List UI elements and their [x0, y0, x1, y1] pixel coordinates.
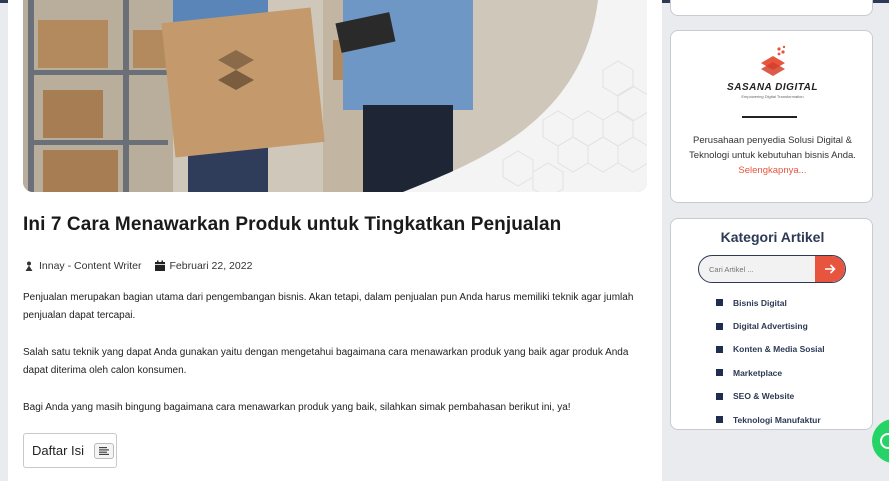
category-label: SEO & Website	[733, 391, 795, 402]
sidebar-widget-top	[670, 0, 873, 16]
article-meta: Innay - Content Writer Februari 22, 2022	[23, 260, 252, 272]
brand-description: Perusahaan penyedia Solusi Digital & Tek…	[679, 133, 866, 178]
table-of-contents-toggle[interactable]: Daftar Isi	[23, 433, 117, 468]
brand-tagline: Empowering Digital Transformation	[741, 94, 804, 99]
toc-label: Daftar Isi	[32, 443, 85, 458]
category-item[interactable]: Marketplace	[716, 361, 825, 384]
article-date: Februari 22, 2022	[169, 260, 253, 272]
calendar-icon	[154, 260, 165, 271]
category-item[interactable]: Digital Advertising	[716, 314, 825, 337]
category-title: Kategori Artikel	[720, 229, 825, 245]
sasana-logo-icon	[761, 45, 786, 76]
user-icon	[25, 261, 33, 271]
brand-description-text: Perusahaan penyedia Solusi Digital & Tek…	[689, 135, 856, 161]
category-item[interactable]: Teknologi Manufaktur	[716, 408, 825, 431]
category-item[interactable]: Bisnis Digital	[716, 291, 825, 314]
category-widget: Kategori Artikel Bisnis Digital Digital …	[670, 218, 873, 430]
category-label: Digital Advertising	[733, 321, 808, 332]
category-item[interactable]: SEO & Website	[716, 385, 825, 408]
hero-image	[23, 0, 647, 192]
article-paragraph: Salah satu teknik yang dapat Anda gunaka…	[23, 347, 629, 376]
bullet-icon	[716, 392, 723, 400]
divider	[742, 116, 797, 118]
article-paragraph: Penjualan merupakan bagian utama dari pe…	[23, 292, 634, 321]
article-author[interactable]: Innay - Content Writer	[39, 260, 142, 272]
article-title: Ini 7 Cara Menawarkan Produk untuk Tingk…	[23, 214, 562, 235]
search-button[interactable]	[815, 256, 845, 282]
category-label: Teknologi Manufaktur	[733, 414, 821, 425]
category-item[interactable]: Konten & Media Sosial	[716, 338, 825, 361]
read-more-link[interactable]: Selengkapnya...	[738, 165, 806, 176]
brand-name: SASANA DIGITAL	[727, 82, 818, 93]
whatsapp-button[interactable]	[872, 419, 889, 463]
brand-widget: SASANA DIGITAL Empowering Digital Transf…	[670, 30, 873, 203]
whatsapp-icon	[880, 433, 889, 449]
bullet-icon	[716, 369, 723, 377]
bullet-icon	[716, 322, 723, 330]
article-card: Ini 7 Cara Menawarkan Produk untuk Tingk…	[8, 0, 662, 481]
category-label: Bisnis Digital	[733, 297, 787, 308]
article-paragraph: Bagi Anda yang masih bingung bagaimana c…	[23, 402, 571, 413]
category-label: Konten & Media Sosial	[733, 344, 825, 355]
bullet-icon	[716, 299, 723, 307]
arrow-right-icon	[824, 264, 836, 274]
bullet-icon	[716, 416, 723, 424]
list-icon[interactable]	[94, 442, 115, 459]
search-input[interactable]	[699, 256, 817, 282]
article-search	[698, 255, 846, 283]
category-label: Marketplace	[733, 367, 783, 378]
category-list: Bisnis Digital Digital Advertising Konte…	[716, 291, 825, 431]
bullet-icon	[716, 345, 723, 353]
